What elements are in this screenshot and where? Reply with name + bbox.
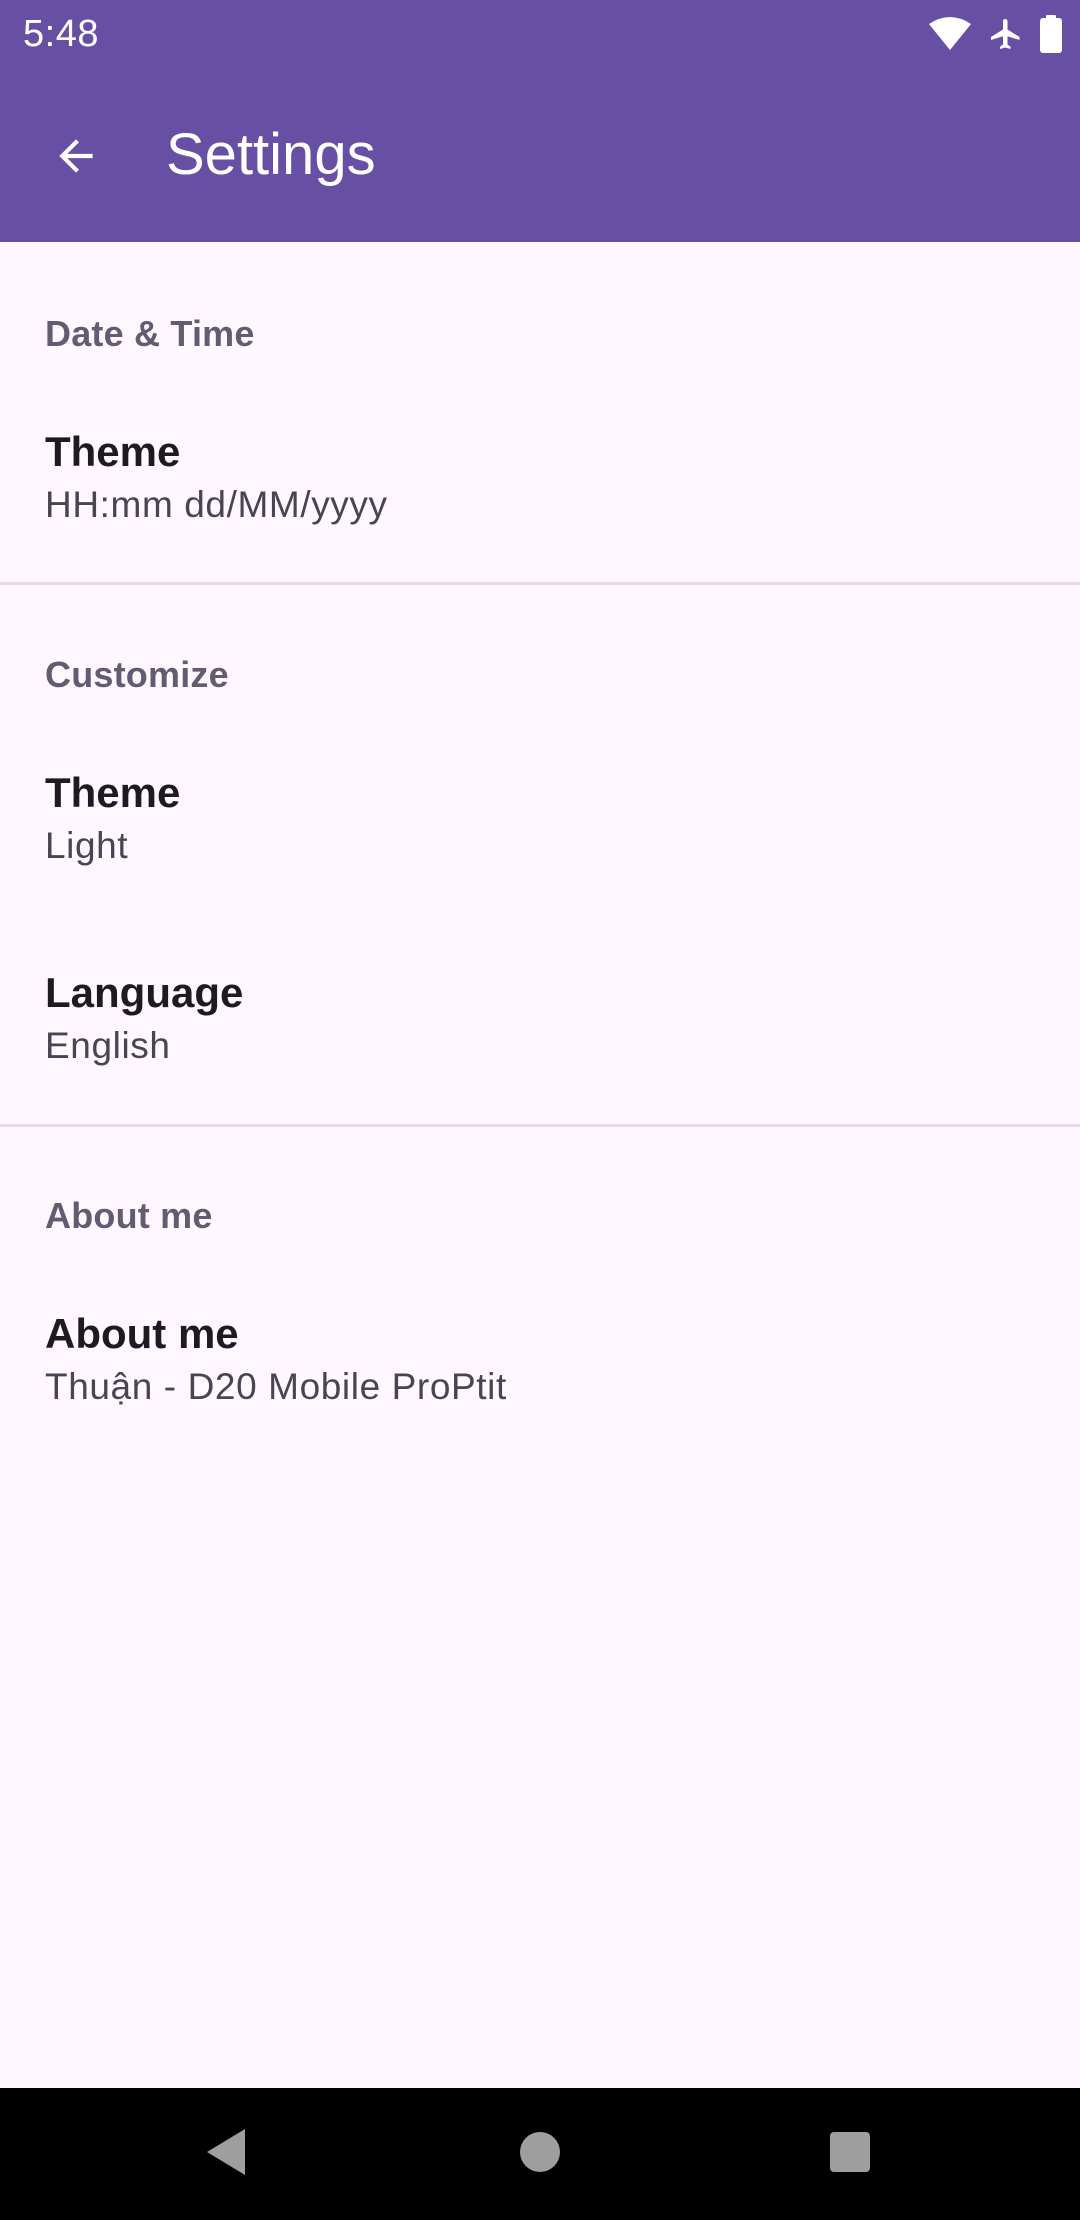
nav-back-button[interactable]	[186, 2114, 266, 2194]
pref-title: About me	[45, 1310, 239, 1357]
app-bar: Settings	[0, 68, 1080, 242]
pref-date-format[interactable]: Theme HH:mm dd/MM/yyyy	[0, 392, 1080, 582]
pref-summary: HH:mm dd/MM/yyyy	[45, 484, 388, 525]
pref-theme[interactable]: Theme Light	[0, 733, 1080, 923]
pref-summary: English	[45, 1025, 171, 1066]
category-title-date-time: Date & Time	[45, 313, 255, 354]
recents-square-icon	[829, 2131, 871, 2178]
page-title: Settings	[166, 122, 376, 187]
back-button[interactable]	[28, 110, 124, 206]
pref-about-me[interactable]: About me Thuận - D20 Mobile ProPtit	[0, 1274, 1080, 1464]
navigation-bar	[0, 2088, 1080, 2220]
section-divider	[0, 1124, 1080, 1127]
category-title-about: About me	[45, 1195, 213, 1236]
pref-summary: Thuận - D20 Mobile ProPtit	[45, 1366, 507, 1407]
pref-title: Theme	[45, 769, 181, 816]
airplane-mode-icon	[988, 15, 1024, 53]
nav-recents-button[interactable]	[810, 2114, 890, 2194]
wifi-icon	[928, 16, 972, 52]
back-triangle-icon	[203, 2127, 249, 2182]
pref-title: Theme	[45, 428, 181, 475]
status-time: 5:48	[23, 13, 99, 55]
home-circle-icon	[518, 2130, 562, 2179]
status-icons	[928, 14, 1062, 54]
nav-home-button[interactable]	[500, 2114, 580, 2194]
arrow-back-icon	[51, 131, 101, 186]
category-title-customize: Customize	[45, 654, 229, 695]
pref-title: Language	[45, 969, 244, 1016]
status-bar: 5:48	[0, 0, 1080, 68]
pref-summary: Light	[45, 825, 129, 866]
section-divider	[0, 582, 1080, 585]
pref-language[interactable]: Language English	[0, 933, 1080, 1123]
battery-icon	[1040, 15, 1062, 53]
